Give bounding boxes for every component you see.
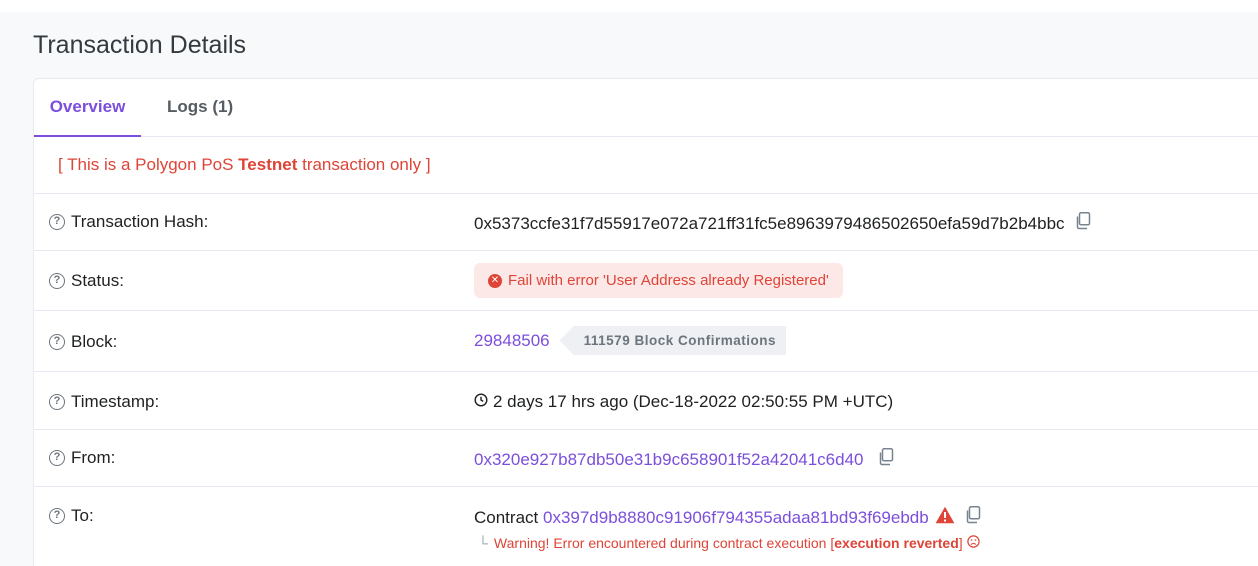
warning-triangle-icon (935, 506, 955, 529)
block-label-wrap: ? Block: (49, 332, 117, 352)
question-circle-icon[interactable]: ? (49, 450, 65, 466)
warning-prefix: Warning! Error encountered during contra… (493, 535, 835, 551)
status-value-wrap: ✕ Fail with error 'User Address already … (474, 263, 843, 298)
warning-suffix: ] (958, 535, 963, 551)
timestamp-value: 2 days 17 hrs ago (Dec-18-2022 02:50:55 … (493, 392, 894, 411)
page-title: Transaction Details (33, 31, 247, 59)
block-label: Block: (71, 332, 118, 351)
copy-icon[interactable] (878, 448, 894, 471)
question-circle-icon[interactable]: ? (49, 214, 65, 230)
status-badge: ✕ Fail with error 'User Address already … (474, 263, 843, 298)
timestamp-value-wrap: 2 days 17 hrs ago (Dec-18-2022 02:50:55 … (474, 392, 893, 412)
from-value-wrap: 0x320e927b87db50e31b9c658901f52a42041c6d… (474, 448, 894, 471)
to-contract-address-link[interactable]: 0x397d9b8880c91906f794355adaa81bd93f69eb… (543, 508, 929, 528)
question-circle-icon[interactable]: ? (49, 334, 65, 350)
clock-icon (474, 392, 488, 412)
row-from: ? From: 0x320e927b87db50e31b9c658901f52a… (34, 430, 1258, 487)
to-label: To: (71, 506, 94, 525)
transaction-hash-label: Transaction Hash: (71, 212, 209, 231)
from-label: From: (71, 448, 116, 467)
to-label-wrap: ? To: (49, 506, 94, 526)
notice-prefix: [ This is a Polygon PoS (58, 155, 239, 174)
row-to: ? To: Contract 0x397d9b8880c91906f794355… (34, 487, 1258, 566)
warning-bold: execution reverted (834, 535, 959, 551)
row-transaction-hash: ? Transaction Hash: 0x5373ccfe31f7d55917… (34, 194, 1258, 251)
status-text: Fail with error 'User Address already Re… (508, 272, 829, 289)
row-timestamp: ? Timestamp: 2 days 17 hrs ago (Dec-18-2… (34, 372, 1258, 430)
status-label-wrap: ? Status: (49, 271, 124, 291)
top-bar (0, 0, 1258, 12)
status-label: Status: (71, 271, 124, 290)
timestamp-label-wrap: ? Timestamp: (49, 392, 159, 412)
timestamp-label: Timestamp: (71, 392, 160, 411)
tab-bar: Overview Logs (1) (34, 79, 1258, 137)
frown-icon (966, 535, 980, 551)
transaction-hash-value: 0x5373ccfe31f7d55917e072a721ff31fc5e8963… (474, 213, 1065, 233)
testnet-notice: [ This is a Polygon PoS Testnet transact… (34, 137, 1258, 194)
times-circle-icon: ✕ (488, 273, 502, 288)
block-number-link[interactable]: 29848506 (474, 331, 550, 351)
question-circle-icon[interactable]: ? (49, 394, 65, 410)
row-block: ? Block: 29848506 111579 Block Confirmat… (34, 311, 1258, 372)
to-contract-prefix: Contract (474, 507, 543, 527)
tab-overview[interactable]: Overview (34, 79, 141, 137)
execution-warning: └ Warning! Error encountered during cont… (478, 535, 980, 551)
transaction-hash-label-wrap: ? Transaction Hash: (49, 212, 208, 232)
copy-icon[interactable] (965, 506, 981, 529)
to-value-wrap: Contract 0x397d9b8880c91906f794355adaa81… (474, 506, 981, 529)
from-label-wrap: ? From: (49, 448, 115, 468)
transaction-hash-value-wrap: 0x5373ccfe31f7d55917e072a721ff31fc5e8963… (474, 212, 1091, 235)
question-circle-icon[interactable]: ? (49, 508, 65, 524)
row-status: ? Status: ✕ Fail with error 'User Addres… (34, 251, 1258, 311)
tree-branch-icon: └ (478, 535, 488, 551)
notice-bold: Testnet (238, 155, 298, 174)
block-confirmations-badge: 111579 Block Confirmations (559, 326, 786, 355)
question-circle-icon[interactable]: ? (49, 273, 65, 289)
transaction-card: Overview Logs (1) [ This is a Polygon Po… (33, 78, 1258, 566)
copy-icon[interactable] (1075, 212, 1091, 235)
from-address-link[interactable]: 0x320e927b87db50e31b9c658901f52a42041c6d… (474, 450, 864, 470)
block-value-wrap: 29848506 111579 Block Confirmations (474, 326, 786, 355)
notice-suffix: transaction only ] (297, 155, 431, 174)
tab-logs[interactable]: Logs (1) (167, 79, 233, 137)
